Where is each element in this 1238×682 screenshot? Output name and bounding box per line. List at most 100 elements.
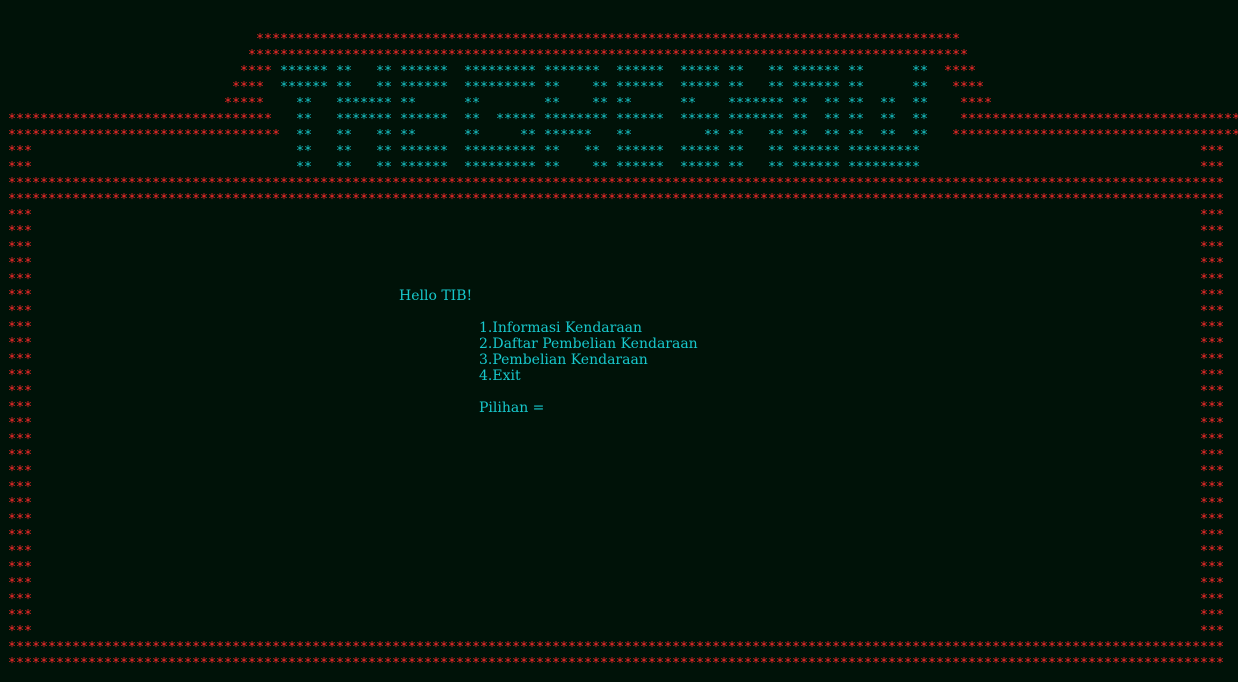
ascii-segment: *** — [1200, 256, 1224, 271]
banner-row: ********************************** ** **… — [0, 128, 1238, 144]
ascii-segment: ** ** ** ****** ********* ** ** ****** *… — [296, 160, 920, 175]
border-side-row: *** *** — [0, 240, 1238, 256]
ascii-segment: *** — [8, 416, 32, 431]
ascii-segment: ** ** ** ** ** ** ****** ** ** ** ** ** … — [296, 128, 928, 143]
ascii-segment: *** — [1200, 480, 1224, 495]
ascii-segment: *** — [1200, 224, 1224, 239]
ascii-segment: *** — [1200, 352, 1224, 367]
ascii-segment: ** ** ** ****** ********* ** ** ****** *… — [296, 144, 920, 159]
ascii-segment: **** — [928, 80, 984, 95]
ascii-segment: *** — [1200, 336, 1224, 351]
ascii-segment: ********************************* — [8, 112, 296, 127]
ascii-segment: *** — [8, 592, 32, 607]
ascii-segment: *** — [8, 160, 296, 175]
ascii-segment: **** — [240, 64, 280, 79]
border-side-row: *** *** — [0, 224, 1238, 240]
ascii-segment: ***** — [224, 96, 296, 111]
border-line: ****************************************… — [0, 192, 1238, 208]
ascii-segment: *** — [8, 224, 32, 239]
ascii-segment: *** — [1200, 544, 1224, 559]
ascii-segment: *** — [8, 576, 32, 591]
ascii-segment: ****** ** ** ****** ********* ******* **… — [280, 64, 928, 79]
ascii-segment: ****************************************… — [8, 640, 1224, 655]
ascii-segment: ****************************************… — [8, 192, 1224, 207]
ascii-segment: **** — [928, 64, 976, 79]
ascii-segment: **** — [928, 96, 992, 111]
ascii-segment: *** — [8, 240, 32, 255]
ascii-segment: *** — [1200, 160, 1224, 175]
menu-item-daftar-pembelian: 2.Daftar Pembelian Kendaraan — [479, 336, 698, 352]
ascii-segment: *** — [8, 608, 32, 623]
ascii-segment: ********************************** — [8, 128, 296, 143]
banner-row: ****************************************… — [0, 48, 1238, 64]
banner-row: *** ** ** ** ****** ********* ** ** ****… — [0, 144, 1238, 160]
choice-prompt[interactable]: Pilihan = — [479, 400, 544, 416]
border-side-row: *** *** — [0, 608, 1238, 624]
ascii-segment: ****** ** ** ****** ********* ** ** ****… — [280, 80, 928, 95]
ascii-segment: *** — [8, 288, 32, 303]
ascii-segment: *** — [8, 336, 32, 351]
ascii-segment: *** — [1200, 432, 1224, 447]
ascii-segment: ** ******* ** ** ** ** ** ** ******* ** … — [296, 96, 928, 111]
ascii-segment: ****************************************… — [8, 656, 1224, 671]
ascii-segment: *** — [8, 256, 32, 271]
ascii-segment: *** — [1200, 272, 1224, 287]
border-side-row: *** *** — [0, 528, 1238, 544]
border-line: ****************************************… — [0, 640, 1238, 656]
border-side-row: *** *** — [0, 560, 1238, 576]
border-side-row: *** *** — [0, 512, 1238, 528]
border-side-row: *** *** — [0, 432, 1238, 448]
ascii-segment: *** — [1200, 448, 1224, 463]
ascii-segment: *** — [1200, 384, 1224, 399]
ascii-segment: *** — [8, 144, 296, 159]
border-side-row: *** *** — [0, 400, 1238, 416]
ascii-segment: *** — [8, 400, 32, 415]
border-side-row: *** *** — [0, 544, 1238, 560]
ascii-segment: *** — [8, 384, 32, 399]
menu-item-exit: 4.Exit — [479, 368, 521, 384]
border-side-row: *** *** — [0, 288, 1238, 304]
ascii-segment: *** — [8, 528, 32, 543]
border-line: ****************************************… — [0, 176, 1238, 192]
ascii-segment: *** — [8, 544, 32, 559]
ascii-segment: *** — [1200, 208, 1224, 223]
border-side-row: *** *** — [0, 208, 1238, 224]
border-side-row: *** *** — [0, 384, 1238, 400]
ascii-segment: *** — [8, 352, 32, 367]
ascii-segment: *** — [8, 208, 32, 223]
border-side-row: *** *** — [0, 256, 1238, 272]
border-side-row: *** *** — [0, 304, 1238, 320]
ascii-segment: *** — [1200, 400, 1224, 415]
border-side-row: *** *** — [0, 480, 1238, 496]
ascii-segment: *** — [8, 560, 32, 575]
menu-item-pembelian-kendaraan: 3.Pembelian Kendaraan — [479, 352, 648, 368]
ascii-segment: *** — [8, 432, 32, 447]
border-side-row: *** *** — [0, 464, 1238, 480]
ascii-segment: *** — [1200, 240, 1224, 255]
banner-row: ***** ** ******* ** ** ** ** ** ** *****… — [0, 96, 1238, 112]
border-side-row: *** *** — [0, 496, 1238, 512]
ascii-segment: *** — [8, 304, 32, 319]
ascii-segment: *********************************** — [928, 112, 1238, 127]
border-line: ****************************************… — [0, 656, 1238, 672]
ascii-segment: *** — [1200, 288, 1224, 303]
ascii-segment: *** — [8, 512, 32, 527]
ascii-segment: *** — [1200, 576, 1224, 591]
ascii-segment: *** — [8, 320, 32, 335]
ascii-segment: *** — [1200, 560, 1224, 575]
ascii-segment: *** — [8, 368, 32, 383]
greeting-text: Hello TIB! — [399, 288, 473, 304]
ascii-segment: ************************************ — [928, 128, 1238, 143]
ascii-segment: *** — [1200, 592, 1224, 607]
ascii-segment: ****************************************… — [8, 176, 1224, 191]
banner-row: **** ****** ** ** ****** ********* ** **… — [0, 80, 1238, 96]
border-side-row: *** *** — [0, 368, 1238, 384]
ascii-segment: *** — [8, 448, 32, 463]
ascii-segment: *** — [1200, 416, 1224, 431]
ascii-segment: ****************************************… — [256, 32, 960, 47]
ascii-segment: *** — [1200, 528, 1224, 543]
banner-row: **** ****** ** ** ****** ********* *****… — [0, 64, 1238, 80]
border-side-row: *** *** — [0, 624, 1238, 640]
ascii-segment: *** — [1200, 608, 1224, 623]
ascii-segment: *** — [8, 496, 32, 511]
